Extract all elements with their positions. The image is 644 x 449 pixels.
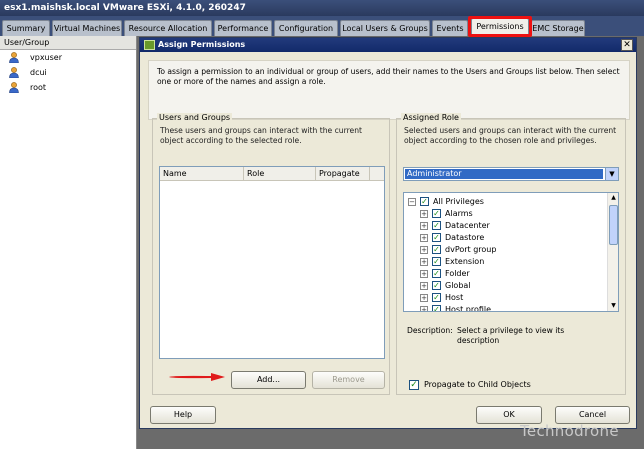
remove-button[interactable]: Remove: [312, 371, 385, 389]
tree-item-label: Datastore: [445, 233, 485, 242]
dialog-titlebar: Assign Permissions ✕: [140, 38, 636, 52]
role-dropdown[interactable]: Administrator ▼: [403, 167, 619, 181]
collapse-icon[interactable]: −: [408, 198, 416, 206]
expand-icon[interactable]: +: [420, 246, 428, 254]
tree-scrollbar[interactable]: ▲ ▼: [607, 193, 618, 311]
expand-icon[interactable]: +: [420, 282, 428, 290]
scrollbar-thumb[interactable]: [609, 205, 618, 245]
list-item[interactable]: root: [0, 80, 136, 95]
tree-item-label: Host profile: [445, 305, 492, 312]
user-icon: [9, 52, 19, 63]
close-icon[interactable]: ✕: [621, 39, 633, 51]
expand-icon[interactable]: +: [420, 210, 428, 218]
tab-virtual-machines[interactable]: Virtual Machines: [52, 20, 122, 36]
tree-item-label: Global: [445, 281, 471, 290]
tree-item-label: Alarms: [445, 209, 473, 218]
role-selected-value: Administrator: [405, 169, 603, 179]
add-button[interactable]: Add...: [231, 371, 306, 389]
checkbox-checked-icon[interactable]: ✓: [420, 197, 429, 206]
users-groups-description: These users and groups can interact with…: [160, 126, 362, 145]
tree-item-label: dvPort group: [445, 245, 497, 254]
window-title: esx1.maishsk.local VMware ESXi, 4.1.0, 2…: [0, 0, 644, 16]
propagate-checkbox[interactable]: ✓: [409, 380, 419, 390]
expand-icon[interactable]: +: [420, 258, 428, 266]
checkbox-checked-icon[interactable]: ✓: [432, 209, 441, 218]
tree-item-label: All Privileges: [433, 197, 484, 206]
description-value: Select a privilege to view its descripti…: [457, 326, 565, 345]
checkbox-checked-icon[interactable]: ✓: [432, 293, 441, 302]
scroll-down-icon[interactable]: ▼: [608, 301, 618, 311]
tree-item-label: Host: [445, 293, 464, 302]
expand-icon[interactable]: +: [420, 294, 428, 302]
propagate-label: Propagate to Child Objects: [424, 380, 531, 389]
column-header-name[interactable]: Name: [160, 167, 244, 181]
tab-strip: Summary Virtual Machines Resource Alloca…: [0, 16, 644, 37]
column-header-role[interactable]: Role: [244, 167, 316, 181]
user-name: root: [30, 83, 47, 92]
expand-icon[interactable]: +: [420, 234, 428, 242]
user-group-panel: User/Group vpxuser dcui root: [0, 36, 137, 449]
description-label: Description:: [407, 326, 453, 335]
assign-permissions-dialog: Assign Permissions ✕ To assign a permiss…: [139, 37, 637, 429]
checkbox-checked-icon[interactable]: ✓: [432, 281, 441, 290]
tab-emc-storage[interactable]: EMC Storage: [531, 20, 585, 36]
chevron-down-icon[interactable]: ▼: [605, 168, 618, 180]
checkbox-checked-icon[interactable]: ✓: [432, 245, 441, 254]
intro-text: To assign a permission to an individual …: [148, 60, 630, 120]
scroll-up-icon[interactable]: ▲: [608, 193, 618, 203]
tab-configuration[interactable]: Configuration: [274, 20, 338, 36]
tab-summary[interactable]: Summary: [2, 20, 50, 36]
list-item[interactable]: dcui: [0, 65, 136, 80]
checkbox-checked-icon[interactable]: ✓: [432, 257, 441, 266]
expand-icon[interactable]: +: [420, 270, 428, 278]
permissions-icon: [144, 40, 155, 50]
column-header-spacer: [370, 167, 384, 181]
users-groups-table[interactable]: Name Role Propagate: [159, 166, 385, 359]
assigned-role-description: Selected users and groups can interact w…: [404, 126, 617, 145]
tree-item-label: Extension: [445, 257, 485, 266]
checkbox-checked-icon[interactable]: ✓: [432, 305, 441, 311]
column-header-propagate[interactable]: Propagate: [316, 167, 370, 181]
tab-local-users-groups[interactable]: Local Users & Groups: [340, 20, 430, 36]
expand-icon[interactable]: +: [420, 306, 428, 311]
tab-resource-allocation[interactable]: Resource Allocation: [124, 20, 212, 36]
assigned-role-title: Assigned Role: [401, 113, 461, 122]
arrow-icon: [169, 373, 225, 381]
user-icon: [9, 82, 19, 93]
user-name: vpxuser: [30, 53, 62, 62]
user-icon: [9, 67, 19, 78]
checkbox-checked-icon[interactable]: ✓: [432, 269, 441, 278]
privileges-tree[interactable]: − ✓ All Privileges + ✓ Alarms + ✓ Datace…: [403, 192, 619, 312]
user-name: dcui: [30, 68, 47, 77]
permissions-tab-highlight: [468, 16, 532, 37]
help-button[interactable]: Help: [150, 406, 216, 424]
list-item[interactable]: vpxuser: [0, 50, 136, 65]
tree-item-label: Folder: [445, 269, 470, 278]
expand-icon[interactable]: +: [420, 222, 428, 230]
checkbox-checked-icon[interactable]: ✓: [432, 221, 441, 230]
users-groups-title: Users and Groups: [157, 113, 233, 122]
watermark: Technodrone: [520, 422, 619, 440]
dialog-title: Assign Permissions: [158, 40, 246, 49]
checkbox-checked-icon[interactable]: ✓: [432, 233, 441, 242]
tab-events[interactable]: Events: [432, 20, 468, 36]
user-group-header[interactable]: User/Group: [0, 36, 136, 50]
tab-performance[interactable]: Performance: [214, 20, 272, 36]
tree-item-label: Datacenter: [445, 221, 490, 230]
